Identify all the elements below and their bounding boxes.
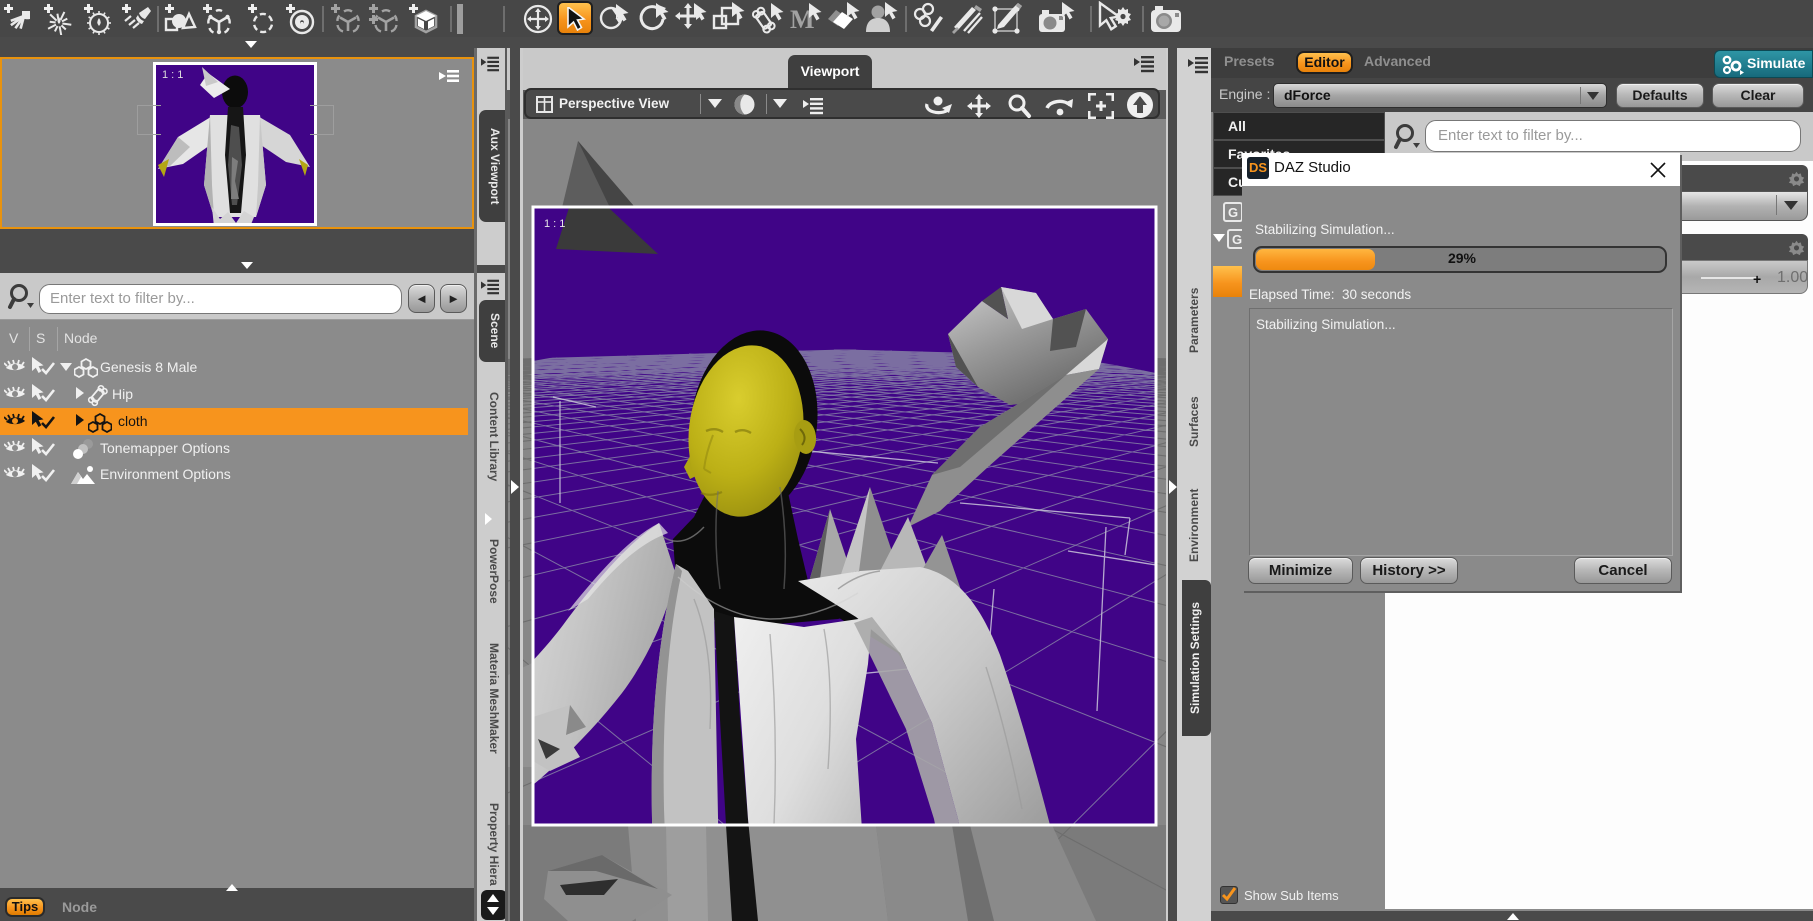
svg-text:1 : 1: 1 : 1	[544, 218, 565, 230]
